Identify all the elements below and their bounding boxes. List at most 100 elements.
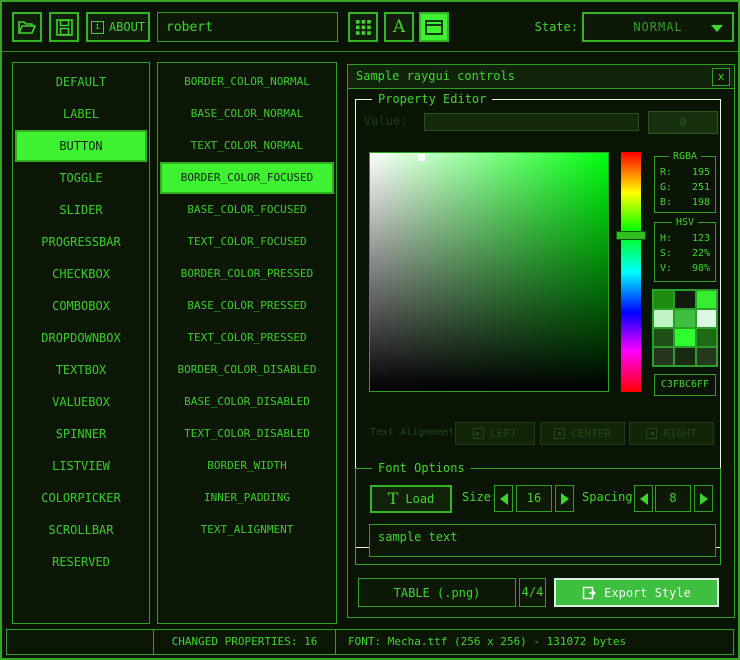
s-value: 22% bbox=[692, 246, 710, 261]
controls-item-colorpicker[interactable]: COLORPICKER bbox=[15, 482, 147, 514]
properties-item-text_color_disabled[interactable]: TEXT_COLOR_DISABLED bbox=[160, 418, 334, 450]
sample-window-title: Sample raygui controls bbox=[356, 65, 515, 88]
controls-item-checkbox[interactable]: CHECKBOX bbox=[15, 258, 147, 290]
properties-item-base_color_disabled[interactable]: BASE_COLOR_DISABLED bbox=[160, 386, 334, 418]
controls-item-reserved[interactable]: RESERVED bbox=[15, 546, 147, 578]
export-format-button[interactable]: TABLE (.png) bbox=[358, 578, 516, 607]
value-slider[interactable] bbox=[424, 113, 639, 131]
color-picker-panel[interactable] bbox=[369, 152, 609, 392]
properties-item-border_color_focused[interactable]: BORDER_COLOR_FOCUSED bbox=[160, 162, 334, 194]
color-swatch[interactable] bbox=[697, 329, 716, 346]
text-alignment-label: Text Alignment bbox=[370, 427, 454, 438]
v-label: V: bbox=[660, 261, 672, 276]
color-swatch[interactable] bbox=[675, 348, 694, 365]
size-decrease-button[interactable] bbox=[494, 485, 513, 512]
style-name-input[interactable] bbox=[157, 12, 338, 42]
controls-item-scrollbar[interactable]: SCROLLBAR bbox=[15, 514, 147, 546]
color-swatch[interactable] bbox=[675, 310, 694, 327]
controls-item-valuebox[interactable]: VALUEBOX bbox=[15, 386, 147, 418]
hue-slider[interactable] bbox=[621, 152, 641, 392]
value-box[interactable]: 0 bbox=[648, 111, 718, 134]
open-file-button[interactable] bbox=[12, 12, 42, 42]
control-table-image-button[interactable] bbox=[419, 12, 449, 42]
about-button[interactable]: i ABOUT bbox=[86, 12, 150, 42]
export-style-button[interactable]: Export Style bbox=[554, 578, 719, 607]
arrow-left-icon bbox=[500, 493, 508, 505]
export-icon bbox=[582, 586, 596, 600]
hue-slider-handle[interactable] bbox=[616, 231, 646, 240]
color-swatch[interactable] bbox=[697, 310, 716, 327]
chevron-down-icon bbox=[711, 25, 723, 32]
properties-item-base_color_focused[interactable]: BASE_COLOR_FOCUSED bbox=[160, 194, 334, 226]
align-center-icon bbox=[554, 428, 565, 439]
font-options-label: Font Options bbox=[372, 461, 471, 475]
sample-text-input[interactable]: sample text bbox=[369, 524, 716, 557]
properties-item-base_color_normal[interactable]: BASE_COLOR_NORMAL bbox=[160, 98, 334, 130]
align-right-button[interactable]: RIGHT bbox=[629, 422, 714, 445]
font-atlas-button[interactable]: A bbox=[384, 12, 414, 42]
size-value-box[interactable]: 16 bbox=[516, 485, 552, 512]
export-format-counter[interactable]: 4/4 bbox=[519, 578, 546, 607]
properties-item-border_color_pressed[interactable]: BORDER_COLOR_PRESSED bbox=[160, 258, 334, 290]
properties-item-base_color_pressed[interactable]: BASE_COLOR_PRESSED bbox=[160, 290, 334, 322]
info-icon: i bbox=[91, 21, 104, 34]
properties-item-border_color_disabled[interactable]: BORDER_COLOR_DISABLED bbox=[160, 354, 334, 386]
controls-item-progressbar[interactable]: PROGRESSBAR bbox=[15, 226, 147, 258]
save-file-button[interactable] bbox=[49, 12, 79, 42]
controls-item-toggle[interactable]: TOGGLE bbox=[15, 162, 147, 194]
b-value: 198 bbox=[692, 195, 710, 210]
spacing-value-box[interactable]: 8 bbox=[655, 485, 691, 512]
color-swatch[interactable] bbox=[675, 329, 694, 346]
arrow-right-icon bbox=[561, 493, 569, 505]
window-icon bbox=[425, 20, 443, 35]
controls-item-button[interactable]: BUTTON bbox=[15, 130, 147, 162]
v-value: 98% bbox=[692, 261, 710, 276]
hex-color-input[interactable]: C3FBC6FF bbox=[654, 374, 716, 396]
color-swatch[interactable] bbox=[697, 291, 716, 308]
controls-item-textbox[interactable]: TEXTBOX bbox=[15, 354, 147, 386]
controls-item-dropdownbox[interactable]: DROPDOWNBOX bbox=[15, 322, 147, 354]
color-swatch[interactable] bbox=[654, 329, 673, 346]
font-load-button[interactable]: T Load bbox=[370, 485, 452, 513]
close-button[interactable]: x bbox=[712, 68, 730, 86]
controls-item-label[interactable]: LABEL bbox=[15, 98, 147, 130]
align-left-label: LEFT bbox=[490, 427, 517, 440]
controls-item-spinner[interactable]: SPINNER bbox=[15, 418, 147, 450]
color-swatch[interactable] bbox=[697, 348, 716, 365]
spacing-increase-button[interactable] bbox=[694, 485, 713, 512]
properties-item-text_color_pressed[interactable]: TEXT_COLOR_PRESSED bbox=[160, 322, 334, 354]
hsv-h-row: H: 123 bbox=[655, 231, 715, 246]
align-center-button[interactable]: CENTER bbox=[540, 422, 625, 445]
color-swatch[interactable] bbox=[654, 310, 673, 327]
properties-item-border_width[interactable]: BORDER_WIDTH bbox=[160, 450, 334, 482]
color-swatch[interactable] bbox=[654, 348, 673, 365]
controls-item-combobox[interactable]: COMBOBOX bbox=[15, 290, 147, 322]
controls-item-slider[interactable]: SLIDER bbox=[15, 194, 147, 226]
controls-item-default[interactable]: DEFAULT bbox=[15, 66, 147, 98]
color-swatch[interactable] bbox=[654, 291, 673, 308]
close-icon: x bbox=[718, 70, 725, 83]
controls-item-listview[interactable]: LISTVIEW bbox=[15, 450, 147, 482]
properties-item-text_alignment[interactable]: TEXT_ALIGNMENT bbox=[160, 514, 334, 546]
color-picker-cursor[interactable] bbox=[418, 154, 425, 161]
properties-item-text_color_normal[interactable]: TEXT_COLOR_NORMAL bbox=[160, 130, 334, 162]
align-right-icon bbox=[646, 428, 657, 439]
align-left-icon bbox=[473, 428, 484, 439]
status-changed-properties: CHANGED PROPERTIES: 16 bbox=[153, 629, 336, 655]
sample-window-titlebar[interactable]: Sample raygui controls x bbox=[348, 65, 734, 89]
h-label: H: bbox=[660, 231, 672, 246]
state-dropdown[interactable]: NORMAL bbox=[582, 12, 734, 42]
properties-item-inner_padding[interactable]: INNER_PADDING bbox=[160, 482, 334, 514]
toolbar: i ABOUT A bbox=[2, 2, 738, 52]
properties-item-text_color_focused[interactable]: TEXT_COLOR_FOCUSED bbox=[160, 226, 334, 258]
rgba-g-row: G: 251 bbox=[655, 180, 715, 195]
properties-item-border_color_normal[interactable]: BORDER_COLOR_NORMAL bbox=[160, 66, 334, 98]
font-T-icon: T bbox=[388, 491, 399, 507]
size-increase-button[interactable] bbox=[555, 485, 574, 512]
spacing-decrease-button[interactable] bbox=[634, 485, 653, 512]
color-swatch[interactable] bbox=[675, 291, 694, 308]
style-palette-button[interactable] bbox=[348, 12, 378, 42]
align-left-button[interactable]: LEFT bbox=[455, 422, 535, 445]
arrow-right-icon bbox=[700, 493, 708, 505]
status-font-info: FONT: Mecha.ttf (256 x 256) - 131072 byt… bbox=[335, 629, 734, 655]
